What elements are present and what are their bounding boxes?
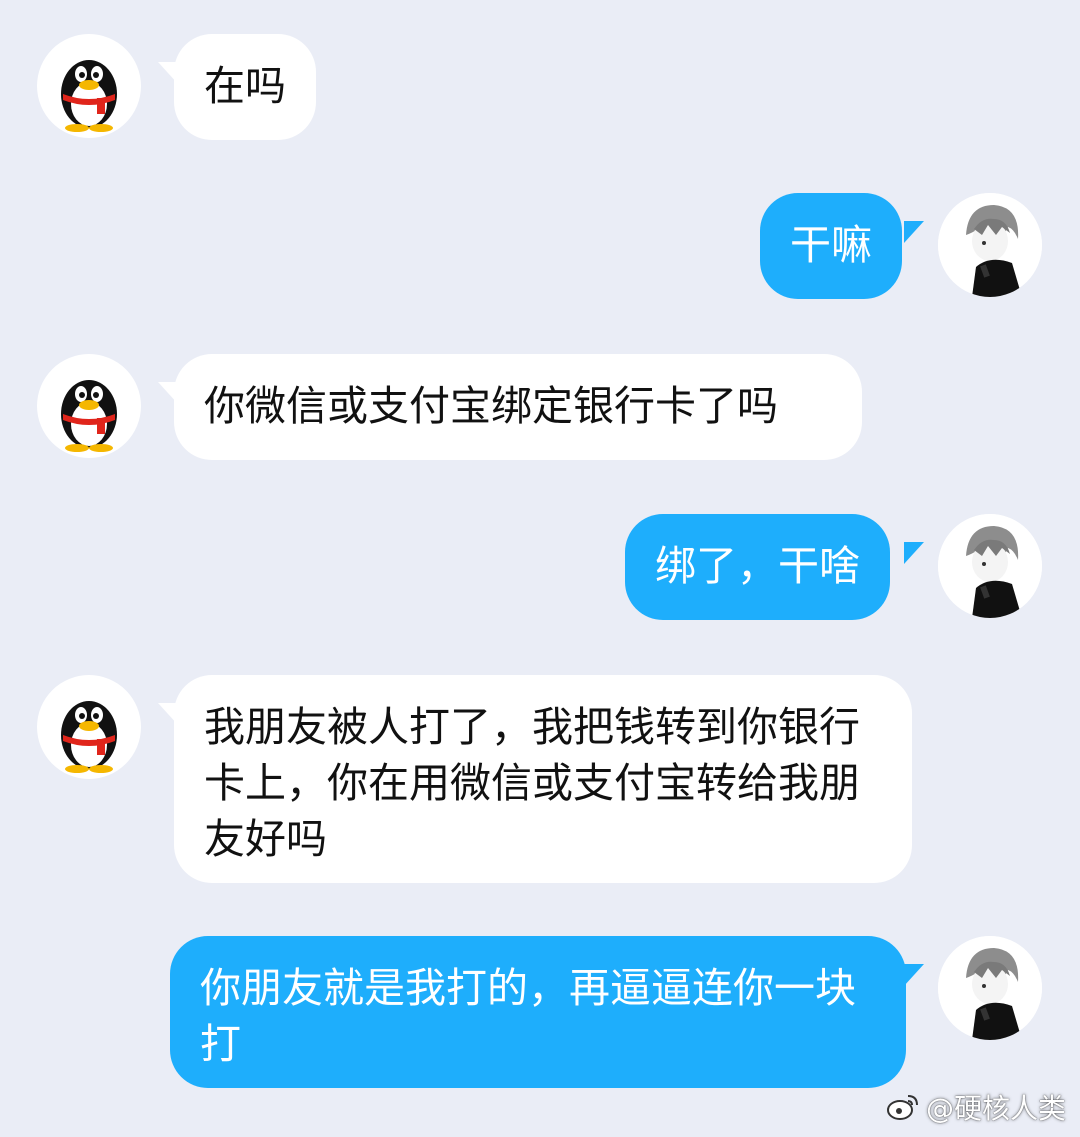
message-bubble-outgoing[interactable]: 绑了，干啥 bbox=[625, 514, 890, 620]
message-bubble-incoming[interactable]: 我朋友被人打了，我把钱转到你银行卡上，你在用微信或支付宝转给我朋友好吗 bbox=[174, 675, 912, 883]
penguin-avatar-icon[interactable] bbox=[37, 675, 141, 779]
anime-boy-avatar-icon[interactable] bbox=[938, 193, 1042, 297]
bubble-tail bbox=[904, 542, 924, 564]
penguin-avatar-icon[interactable] bbox=[37, 354, 141, 458]
anime-boy-avatar-icon[interactable] bbox=[938, 936, 1042, 1040]
bubble-tail bbox=[904, 221, 924, 243]
penguin-avatar-icon[interactable] bbox=[37, 34, 141, 138]
watermark: @硬核人类 bbox=[886, 1087, 1066, 1127]
bubble-tail bbox=[904, 964, 924, 986]
anime-boy-avatar-icon[interactable] bbox=[938, 514, 1042, 618]
message-bubble-incoming[interactable]: 在吗 bbox=[174, 34, 316, 140]
weibo-icon bbox=[886, 1092, 920, 1122]
message-bubble-outgoing[interactable]: 干嘛 bbox=[760, 193, 902, 299]
watermark-text: @硬核人类 bbox=[925, 1092, 1066, 1125]
message-bubble-outgoing[interactable]: 你朋友就是我打的，再逼逼连你一块打 bbox=[170, 936, 906, 1088]
chat-conversation: 在吗 干嘛 你微信或支付宝绑定银行卡了吗 绑了，干啥 我朋友被人打了，我把钱转到… bbox=[0, 0, 1080, 1137]
message-bubble-incoming[interactable]: 你微信或支付宝绑定银行卡了吗 bbox=[174, 354, 862, 460]
